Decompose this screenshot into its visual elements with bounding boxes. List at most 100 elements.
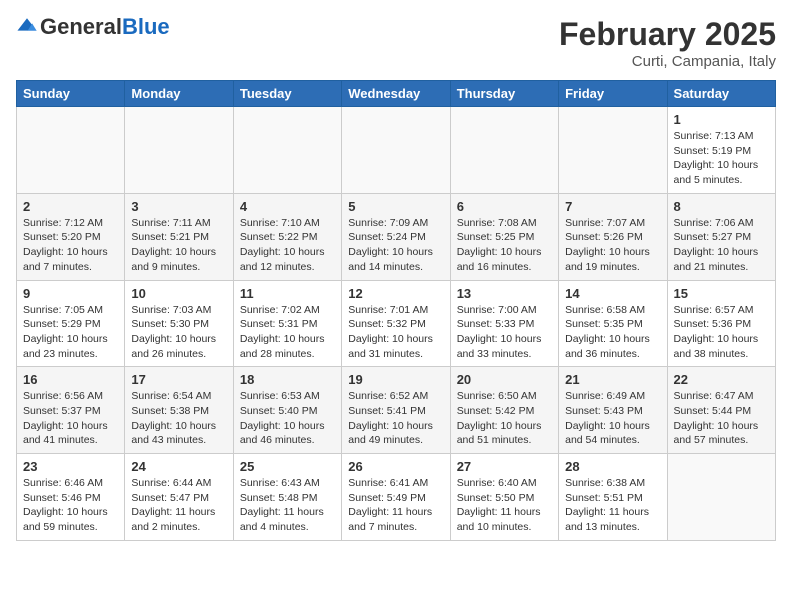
day-number: 15 <box>674 286 769 301</box>
day-number: 1 <box>674 112 769 127</box>
col-thursday: Thursday <box>450 81 558 107</box>
table-row: 23Sunrise: 6:46 AM Sunset: 5:46 PM Dayli… <box>17 454 125 541</box>
logo-icon <box>16 16 38 38</box>
day-info: Sunrise: 6:41 AM Sunset: 5:49 PM Dayligh… <box>348 476 443 535</box>
day-info: Sunrise: 6:58 AM Sunset: 5:35 PM Dayligh… <box>565 303 660 362</box>
day-info: Sunrise: 7:09 AM Sunset: 5:24 PM Dayligh… <box>348 216 443 275</box>
logo-text: GeneralBlue <box>40 16 170 38</box>
col-friday: Friday <box>559 81 667 107</box>
table-row: 27 Sunrise: 6:40 AM Sunset: 5:50 PM Dayli… <box>450 454 558 541</box>
day-number: 23 <box>23 459 118 474</box>
day-number: 14 <box>565 286 660 301</box>
page-container: GeneralBlue February 2025 Curti, Campani… <box>0 0 792 553</box>
day-number: 25 <box>240 459 335 474</box>
calendar-week-row: 16Sunrise: 6:56 AM Sunset: 5:37 PM Dayli… <box>17 367 776 454</box>
day-info: Sunrise: 6:40 AM Sunset: 5:50 PM Dayligh… <box>457 476 552 535</box>
day-number: 8 <box>674 199 769 214</box>
table-row: 4 Sunrise: 7:10 AM Sunset: 5:22 PM Daylig… <box>233 193 341 280</box>
calendar-week-row: 2 Sunrise: 7:12 AM Sunset: 5:20 PM Daylig… <box>17 193 776 280</box>
table-row: 16Sunrise: 6:56 AM Sunset: 5:37 PM Dayli… <box>17 367 125 454</box>
month-title: February 2025 <box>559 16 776 53</box>
table-row <box>233 107 341 194</box>
table-row: 8 Sunrise: 7:06 AM Sunset: 5:27 PM Daylig… <box>667 193 775 280</box>
day-number: 19 <box>348 372 443 387</box>
col-saturday: Saturday <box>667 81 775 107</box>
day-info: Sunrise: 6:54 AM Sunset: 5:38 PM Dayligh… <box>131 389 226 448</box>
table-row: 3 Sunrise: 7:11 AM Sunset: 5:21 PM Daylig… <box>125 193 233 280</box>
table-row: 24 Sunrise: 6:44 AM Sunset: 5:47 PM Dayli… <box>125 454 233 541</box>
table-row: 12 Sunrise: 7:01 AM Sunset: 5:32 PM Dayli… <box>342 280 450 367</box>
day-number: 7 <box>565 199 660 214</box>
day-info: Sunrise: 6:38 AM Sunset: 5:51 PM Dayligh… <box>565 476 660 535</box>
day-info: Sunrise: 7:10 AM Sunset: 5:22 PM Dayligh… <box>240 216 335 275</box>
title-section: February 2025 Curti, Campania, Italy <box>559 16 776 70</box>
day-number: 2 <box>23 199 118 214</box>
table-row: 10 Sunrise: 7:03 AM Sunset: 5:30 PM Dayli… <box>125 280 233 367</box>
header: GeneralBlue February 2025 Curti, Campani… <box>16 16 776 70</box>
day-info: Sunrise: 7:00 AM Sunset: 5:33 PM Dayligh… <box>457 303 552 362</box>
day-number: 24 <box>131 459 226 474</box>
day-number: 4 <box>240 199 335 214</box>
calendar-week-row: 1 Sunrise: 7:13 AM Sunset: 5:19 PM Daylig… <box>17 107 776 194</box>
table-row: 19 Sunrise: 6:52 AM Sunset: 5:41 PM Dayli… <box>342 367 450 454</box>
logo: GeneralBlue <box>16 16 170 38</box>
day-info: Sunrise: 7:03 AM Sunset: 5:30 PM Dayligh… <box>131 303 226 362</box>
day-number: 13 <box>457 286 552 301</box>
day-info: Sunrise: 7:11 AM Sunset: 5:21 PM Dayligh… <box>131 216 226 275</box>
table-row: 13 Sunrise: 7:00 AM Sunset: 5:33 PM Dayli… <box>450 280 558 367</box>
col-tuesday: Tuesday <box>233 81 341 107</box>
day-number: 27 <box>457 459 552 474</box>
day-number: 12 <box>348 286 443 301</box>
table-row: 18Sunrise: 6:53 AM Sunset: 5:40 PM Dayli… <box>233 367 341 454</box>
calendar-week-row: 23Sunrise: 6:46 AM Sunset: 5:46 PM Dayli… <box>17 454 776 541</box>
calendar: Sunday Monday Tuesday Wednesday Thursday… <box>16 80 776 541</box>
logo-blue: Blue <box>122 14 170 39</box>
day-number: 17 <box>131 372 226 387</box>
table-row <box>559 107 667 194</box>
day-number: 22 <box>674 372 769 387</box>
col-wednesday: Wednesday <box>342 81 450 107</box>
day-info: Sunrise: 6:50 AM Sunset: 5:42 PM Dayligh… <box>457 389 552 448</box>
day-number: 26 <box>348 459 443 474</box>
day-info: Sunrise: 6:57 AM Sunset: 5:36 PM Dayligh… <box>674 303 769 362</box>
day-number: 20 <box>457 372 552 387</box>
day-info: Sunrise: 7:01 AM Sunset: 5:32 PM Dayligh… <box>348 303 443 362</box>
table-row <box>342 107 450 194</box>
day-number: 18 <box>240 372 335 387</box>
table-row: 7 Sunrise: 7:07 AM Sunset: 5:26 PM Daylig… <box>559 193 667 280</box>
day-number: 10 <box>131 286 226 301</box>
calendar-header-row: Sunday Monday Tuesday Wednesday Thursday… <box>17 81 776 107</box>
table-row: 21Sunrise: 6:49 AM Sunset: 5:43 PM Dayli… <box>559 367 667 454</box>
day-info: Sunrise: 6:47 AM Sunset: 5:44 PM Dayligh… <box>674 389 769 448</box>
table-row: 15 Sunrise: 6:57 AM Sunset: 5:36 PM Dayli… <box>667 280 775 367</box>
table-row: 1 Sunrise: 7:13 AM Sunset: 5:19 PM Daylig… <box>667 107 775 194</box>
day-info: Sunrise: 6:56 AM Sunset: 5:37 PM Dayligh… <box>23 389 118 448</box>
day-info: Sunrise: 7:13 AM Sunset: 5:19 PM Dayligh… <box>674 129 769 188</box>
logo-general: General <box>40 14 122 39</box>
calendar-body: 1 Sunrise: 7:13 AM Sunset: 5:19 PM Daylig… <box>17 107 776 541</box>
calendar-week-row: 9Sunrise: 7:05 AM Sunset: 5:29 PM Daylig… <box>17 280 776 367</box>
table-row: 5 Sunrise: 7:09 AM Sunset: 5:24 PM Daylig… <box>342 193 450 280</box>
col-monday: Monday <box>125 81 233 107</box>
col-sunday: Sunday <box>17 81 125 107</box>
day-info: Sunrise: 6:52 AM Sunset: 5:41 PM Dayligh… <box>348 389 443 448</box>
day-info: Sunrise: 6:44 AM Sunset: 5:47 PM Dayligh… <box>131 476 226 535</box>
day-info: Sunrise: 7:02 AM Sunset: 5:31 PM Dayligh… <box>240 303 335 362</box>
day-number: 28 <box>565 459 660 474</box>
table-row: 17 Sunrise: 6:54 AM Sunset: 5:38 PM Dayli… <box>125 367 233 454</box>
table-row: 2 Sunrise: 7:12 AM Sunset: 5:20 PM Daylig… <box>17 193 125 280</box>
table-row: 9Sunrise: 7:05 AM Sunset: 5:29 PM Daylig… <box>17 280 125 367</box>
day-info: Sunrise: 7:06 AM Sunset: 5:27 PM Dayligh… <box>674 216 769 275</box>
day-number: 5 <box>348 199 443 214</box>
table-row: 25Sunrise: 6:43 AM Sunset: 5:48 PM Dayli… <box>233 454 341 541</box>
day-info: Sunrise: 7:08 AM Sunset: 5:25 PM Dayligh… <box>457 216 552 275</box>
location: Curti, Campania, Italy <box>559 53 776 70</box>
table-row <box>667 454 775 541</box>
table-row <box>17 107 125 194</box>
day-number: 11 <box>240 286 335 301</box>
day-number: 3 <box>131 199 226 214</box>
table-row: 11 Sunrise: 7:02 AM Sunset: 5:31 PM Dayli… <box>233 280 341 367</box>
table-row: 6Sunrise: 7:08 AM Sunset: 5:25 PM Daylig… <box>450 193 558 280</box>
day-info: Sunrise: 7:12 AM Sunset: 5:20 PM Dayligh… <box>23 216 118 275</box>
day-info: Sunrise: 7:07 AM Sunset: 5:26 PM Dayligh… <box>565 216 660 275</box>
